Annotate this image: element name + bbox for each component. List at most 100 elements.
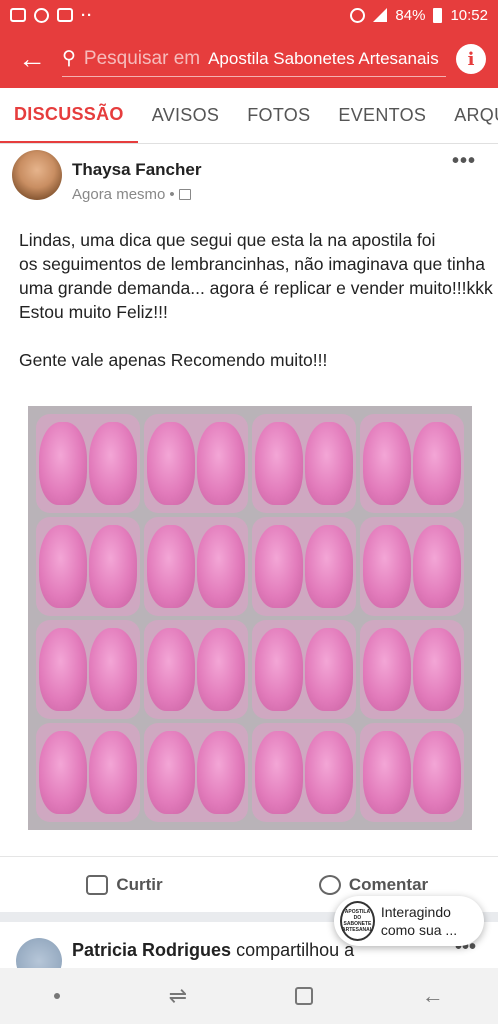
tab-discussao[interactable]: DISCUSSÃO <box>0 88 138 143</box>
tab-fotos[interactable]: FOTOS <box>233 88 324 143</box>
soap-tile <box>360 620 464 719</box>
recents-icon[interactable]: ⇌ <box>169 983 187 1009</box>
foot-soap <box>255 730 303 815</box>
post-meta: Thaysa Fancher Agora mesmo • <box>72 150 201 203</box>
soap-tile <box>360 517 464 616</box>
comment-icon <box>318 874 341 895</box>
post-line: Lindas, uma dica que segui que esta la n… <box>19 230 436 250</box>
soap-tile <box>144 517 248 616</box>
soap-tile <box>144 414 248 513</box>
post-header: Thaysa Fancher Agora mesmo • <box>12 150 201 203</box>
post-body: Lindas, uma dica que segui que esta la n… <box>19 228 493 372</box>
foot-soap <box>413 730 461 815</box>
foot-soap <box>197 524 245 609</box>
foot-soap <box>255 524 303 609</box>
soap-tile <box>252 620 356 719</box>
back-icon[interactable]: ← <box>422 983 444 1009</box>
signal-icon <box>373 8 388 22</box>
avatar[interactable] <box>16 938 62 968</box>
status-bar: ·· 84% 10:52 <box>0 0 498 30</box>
foot-soap <box>39 524 87 609</box>
soap-tile <box>144 620 248 719</box>
chat-head-text: Interagindo como sua ... <box>380 904 458 938</box>
search-icon: ⚲ <box>62 48 76 69</box>
soap-tile <box>360 414 464 513</box>
post: Thaysa Fancher Agora mesmo • ••• Lindas,… <box>0 144 498 914</box>
foot-soap <box>147 524 195 609</box>
monitor-icon <box>57 8 73 22</box>
foot-soap <box>39 730 87 815</box>
thumbs-up-icon <box>86 874 109 895</box>
like-button[interactable]: Curtir <box>0 874 249 895</box>
post-timestamp[interactable]: Agora mesmo <box>72 186 165 203</box>
foot-soap <box>413 627 461 712</box>
foot-soap <box>197 627 245 712</box>
foot-soap <box>255 421 303 506</box>
clock: 10:52 <box>450 6 488 24</box>
post-line: os seguimentos de lembrancinhas, não ima… <box>19 254 485 274</box>
status-right: 84% 10:52 <box>350 7 488 24</box>
foot-soap <box>305 627 353 712</box>
avatar[interactable] <box>12 150 62 200</box>
group-icon <box>178 189 191 200</box>
system-nav-bar: ⇌ ← <box>0 968 498 1024</box>
post-timestamp-row: Agora mesmo • <box>72 186 201 203</box>
foot-soap <box>39 627 87 712</box>
more-options-icon[interactable]: ••• <box>452 150 476 173</box>
foot-soap <box>413 524 461 609</box>
post-line: Estou muito Feliz!!! <box>19 302 168 322</box>
home-icon[interactable] <box>295 987 314 1005</box>
post-line-gap <box>19 324 489 348</box>
soap-tile <box>360 723 464 822</box>
soap-tile <box>144 723 248 822</box>
soap-tile <box>36 517 140 616</box>
post-line: uma grande demanda... agora é replicar e… <box>19 278 493 298</box>
search-input[interactable]: ⚲ Pesquisar em Apostila Sabonetes Artesa… <box>62 41 446 77</box>
chat-head[interactable]: APOSTILA DO SABONETE ARTESANAL Interagin… <box>334 896 484 946</box>
post-line: Gente vale apenas Recomendo muito!!! <box>19 350 328 370</box>
next-post-author[interactable]: Patricia Rodrigues <box>72 940 231 960</box>
group-tabs: DISCUSSÃO AVISOS FOTOS EVENTOS ARQUIV <box>0 88 498 144</box>
overflow-dots: ·· <box>81 6 93 24</box>
foot-soap <box>255 627 303 712</box>
next-post-action: compartilhou a <box>236 940 355 960</box>
page-logo: APOSTILA DO SABONETE ARTESANAL <box>340 901 375 941</box>
soap-tile <box>252 517 356 616</box>
tab-arquivos[interactable]: ARQUIV <box>440 88 498 143</box>
search-header: ← ⚲ Pesquisar em Apostila Sabonetes Arte… <box>0 30 498 88</box>
post-author[interactable]: Thaysa Fancher <box>72 160 201 180</box>
foot-soap <box>89 421 137 506</box>
foot-soap <box>305 524 353 609</box>
comment-button[interactable]: Comentar <box>249 874 498 895</box>
separator: • <box>169 186 175 203</box>
soap-tile <box>252 723 356 822</box>
foot-soap <box>197 421 245 506</box>
alarm-icon <box>350 7 366 23</box>
foot-soap <box>413 421 461 506</box>
foot-soap <box>363 730 411 815</box>
foot-soap <box>305 730 353 815</box>
tab-avisos[interactable]: AVISOS <box>138 88 234 143</box>
back-arrow-icon[interactable]: ← <box>12 43 52 75</box>
foot-soap <box>89 524 137 609</box>
tab-eventos[interactable]: EVENTOS <box>324 88 440 143</box>
soap-tile <box>36 620 140 719</box>
post-photo[interactable] <box>28 406 472 830</box>
info-button[interactable]: i <box>456 44 486 74</box>
foot-soap <box>363 524 411 609</box>
status-left: ·· <box>10 7 93 24</box>
foot-soap <box>197 730 245 815</box>
battery-percent: 84% <box>395 6 426 24</box>
foot-soap <box>147 421 195 506</box>
search-group-name: Apostila Sabonetes Artesanais <box>208 48 439 68</box>
soap-tile <box>36 414 140 513</box>
foot-soap <box>363 627 411 712</box>
foot-soap <box>147 730 195 815</box>
battery-icon <box>433 7 443 23</box>
soap-tile <box>36 723 140 822</box>
search-placeholder: Pesquisar em <box>83 47 201 69</box>
dot-icon[interactable] <box>54 993 61 999</box>
gallery-icon <box>10 8 26 22</box>
foot-soap <box>89 627 137 712</box>
next-post-header: Patricia Rodrigues compartilhou a <box>72 940 354 961</box>
